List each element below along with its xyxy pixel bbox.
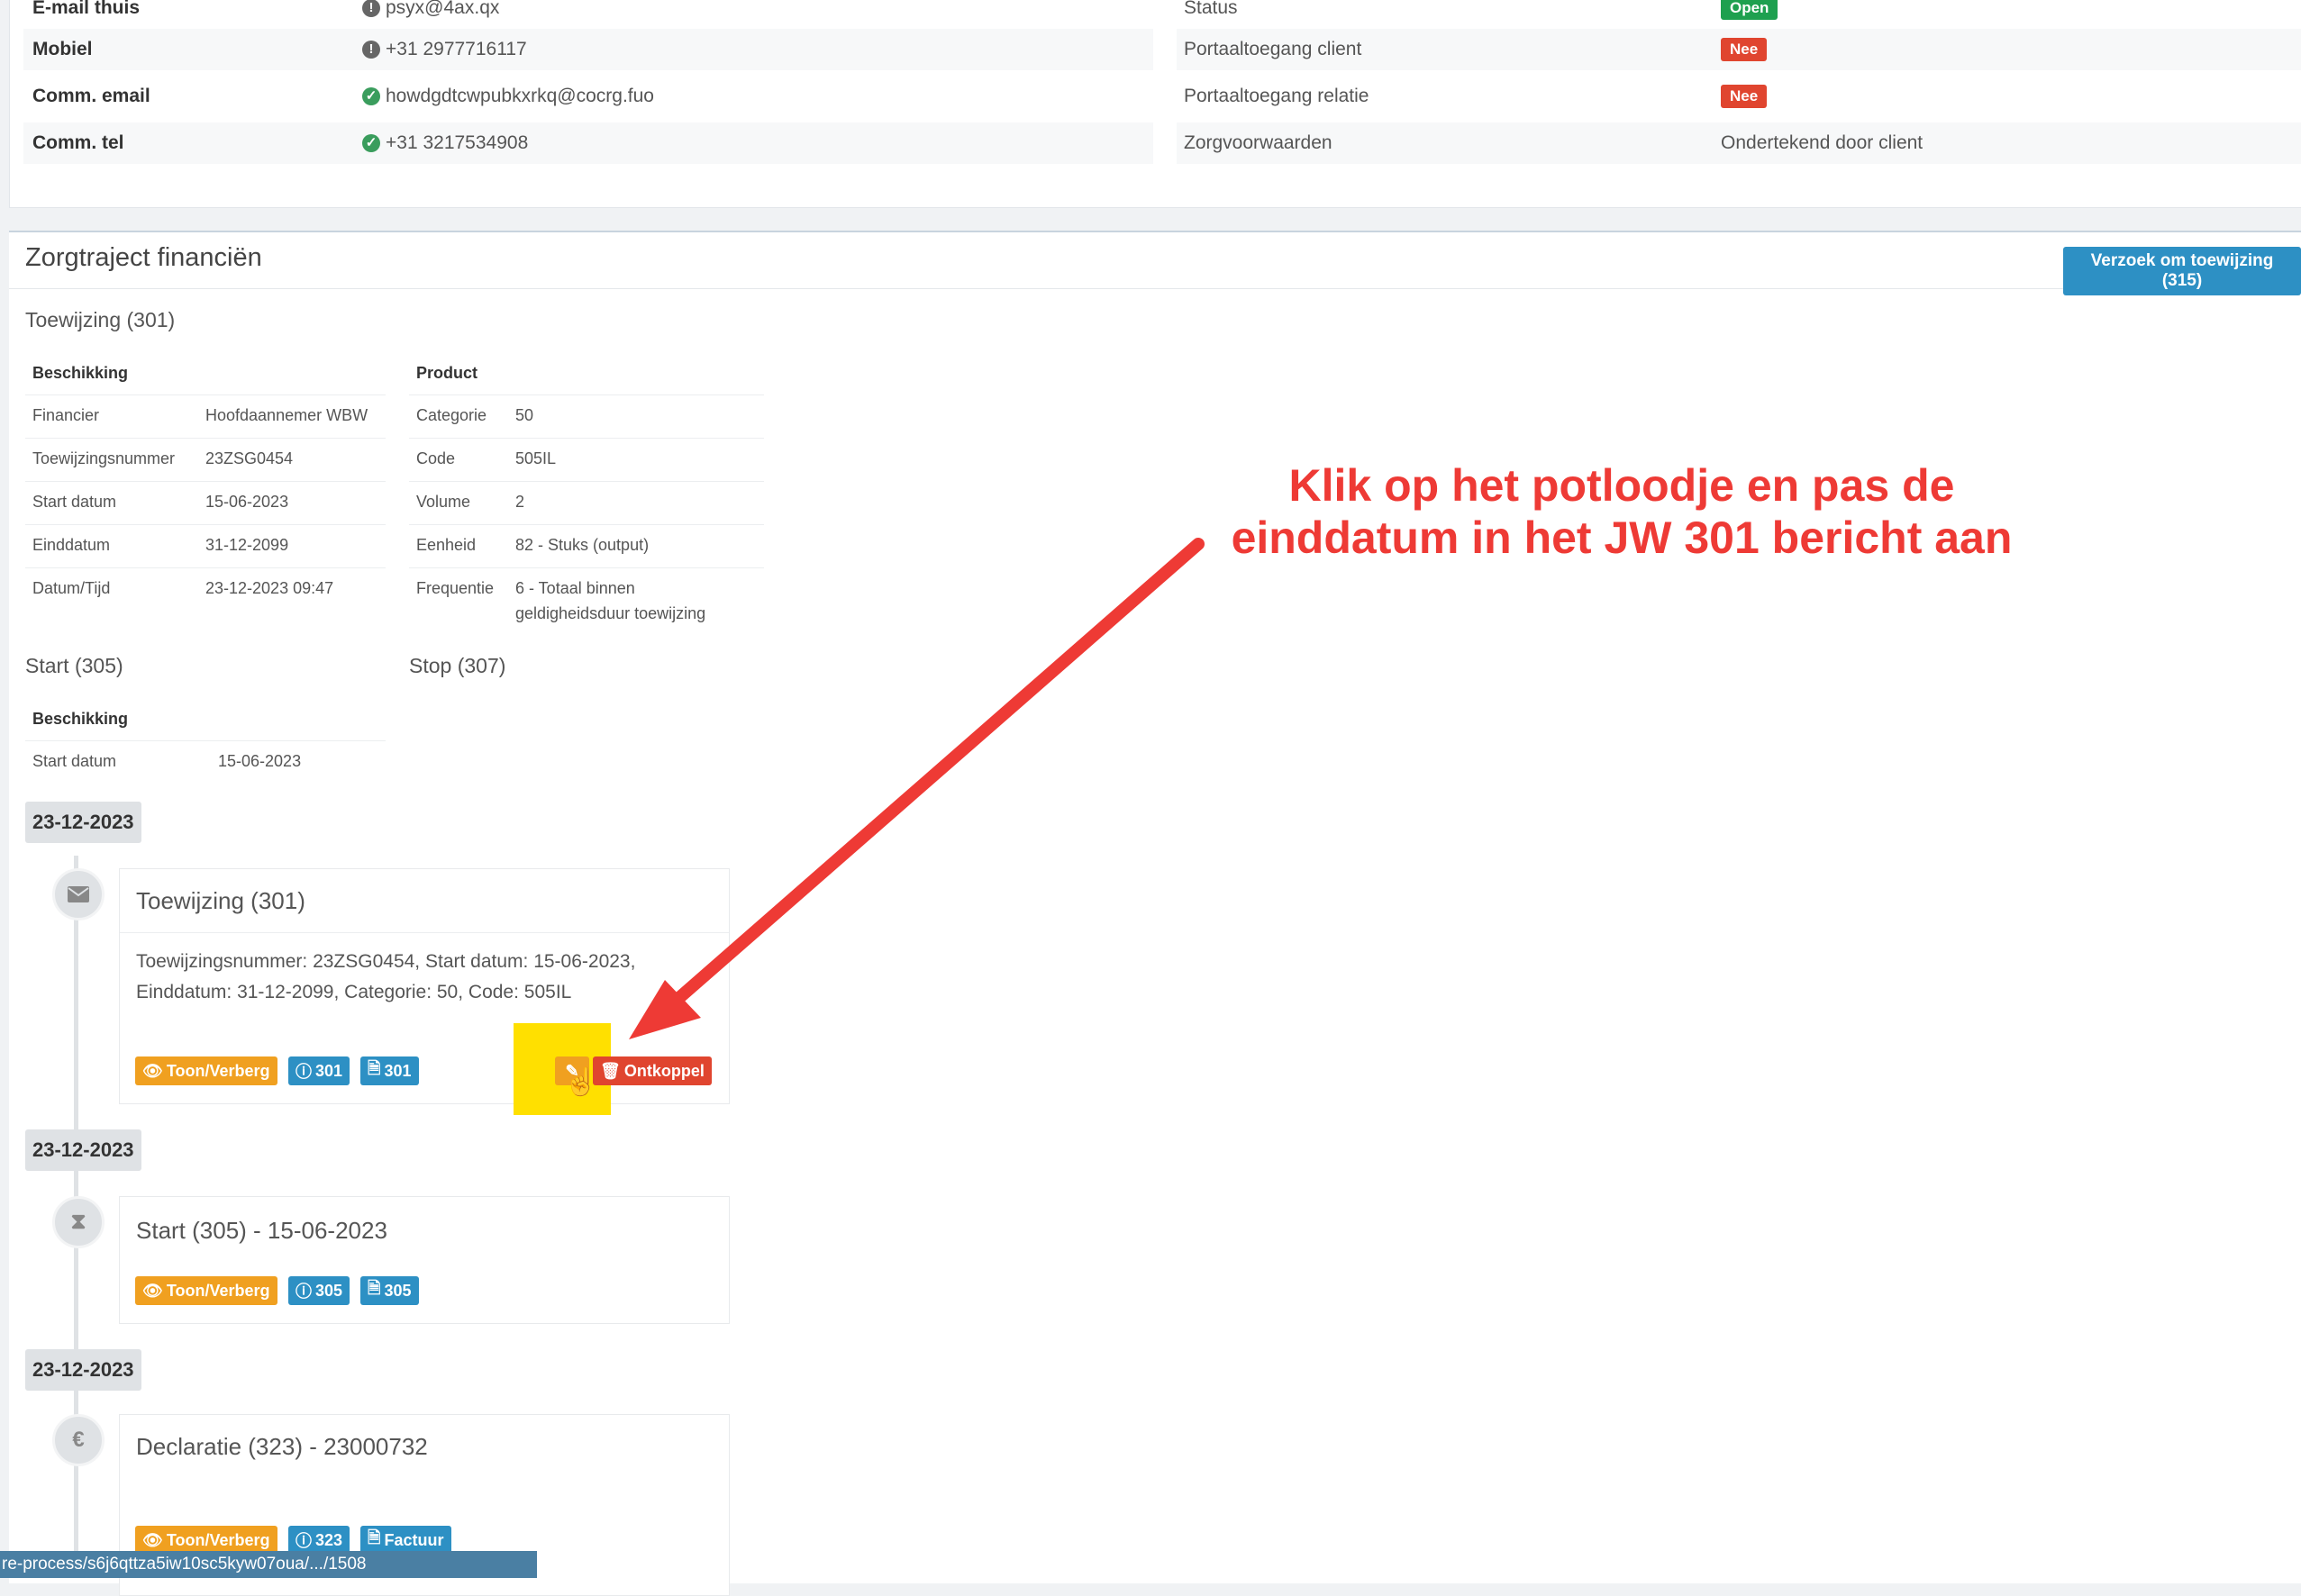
annotation-text: Klik op het potloodje en pas de einddatu… <box>1231 460 2013 563</box>
annotation-arrow <box>629 538 1205 1039</box>
